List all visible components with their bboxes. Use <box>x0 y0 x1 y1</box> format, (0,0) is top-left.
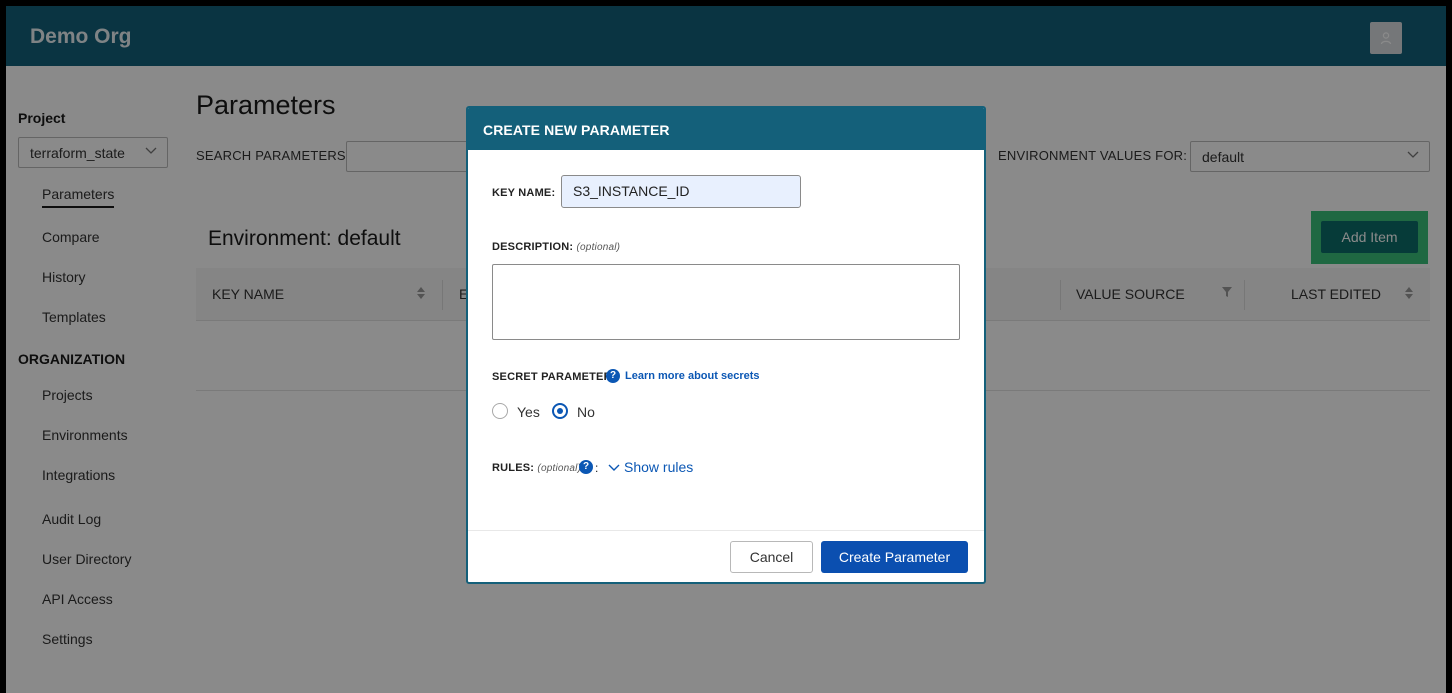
help-icon[interactable]: ? <box>606 369 620 383</box>
key-name-label: KEY NAME: <box>492 187 556 199</box>
description-label-text: DESCRIPTION: <box>492 241 574 253</box>
dialog-footer-divider <box>468 530 984 531</box>
description-field[interactable] <box>492 264 960 340</box>
secret-no-label[interactable]: No <box>577 404 595 420</box>
show-rules-label: Show rules <box>624 459 694 475</box>
chevron-down-icon <box>608 464 620 471</box>
description-label: DESCRIPTION: (optional) <box>492 241 620 253</box>
show-rules-toggle[interactable]: Show rules <box>608 459 693 475</box>
dialog-title: CREATE NEW PARAMETER <box>483 122 670 138</box>
secret-no-radio[interactable] <box>552 403 568 419</box>
dialog-header: CREATE NEW PARAMETER <box>468 108 984 150</box>
secret-yes-label[interactable]: Yes <box>517 404 540 420</box>
rules-label: RULES: (optional) <box>492 462 581 474</box>
create-parameter-button[interactable]: Create Parameter <box>821 541 968 573</box>
optional-text: (optional) <box>576 242 621 253</box>
secret-yes-radio[interactable] <box>492 403 508 419</box>
learn-more-link[interactable]: Learn more about secrets <box>625 370 760 382</box>
rules-optional-text: (optional) <box>537 463 582 474</box>
rules-colon: : <box>595 461 599 475</box>
secret-parameter-label: SECRET PARAMETER: <box>492 371 616 383</box>
create-parameter-dialog: CREATE NEW PARAMETER KEY NAME: S3_INSTAN… <box>466 106 986 584</box>
rules-label-text: RULES: <box>492 462 535 474</box>
key-name-input[interactable]: S3_INSTANCE_ID <box>561 175 801 208</box>
cancel-button[interactable]: Cancel <box>730 541 813 573</box>
help-icon[interactable]: ? <box>579 460 593 474</box>
